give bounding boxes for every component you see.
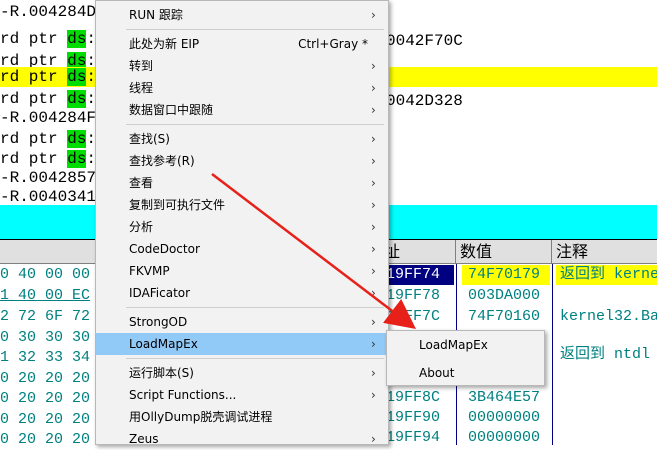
- chevron-right-icon: ›: [371, 432, 376, 446]
- chevron-right-icon: ›: [371, 176, 376, 190]
- stack-comment-header[interactable]: 注释: [552, 240, 657, 264]
- menu-separator: [126, 307, 384, 308]
- hex-line[interactable]: 0 30 30 30: [0, 328, 100, 348]
- stack-row-value[interactable]: 00000000: [462, 408, 550, 428]
- context-menu[interactable]: RUN 跟踪 › 此处为新 EIP Ctrl+Gray * 转到 › 线程 › 数据窗口…: [95, 0, 389, 446]
- menu-item-analysis[interactable]: 分析 ›: [96, 216, 388, 238]
- stack-row-value[interactable]: 74F70160: [462, 307, 550, 327]
- hex-line[interactable]: 0 20 20 20: [0, 389, 100, 409]
- stack-row-value[interactable]: 3B464E57: [462, 388, 550, 408]
- chevron-right-icon: ›: [371, 81, 376, 95]
- menu-item-ollydump[interactable]: 用OllyDump脱壳调试进程: [96, 406, 388, 428]
- stack-row-comment[interactable]: 返回到 kerne: [556, 265, 657, 285]
- menu-item-search[interactable]: 查找(S) ›: [96, 128, 388, 150]
- chevron-right-icon: ›: [371, 220, 376, 234]
- hex-line[interactable]: 0 40 00 00: [0, 265, 100, 285]
- submenu-item-about[interactable]: About: [387, 361, 544, 385]
- menu-item-find-references[interactable]: 查找参考(R) ›: [96, 150, 388, 172]
- chevron-right-icon: ›: [371, 264, 376, 278]
- submenu-item-loadmapex[interactable]: LoadMapEx: [387, 333, 544, 357]
- menu-separator: [126, 29, 384, 30]
- menu-item-fkvmp[interactable]: FKVMP ›: [96, 260, 388, 282]
- menu-item-zeus[interactable]: Zeus ›: [96, 428, 388, 450]
- menu-item-follow-in-dump[interactable]: 数据窗口中跟随 ›: [96, 99, 388, 121]
- chevron-right-icon: ›: [371, 242, 376, 256]
- menu-item-script-functions[interactable]: Script Functions... ›: [96, 384, 388, 406]
- chevron-right-icon: ›: [371, 59, 376, 73]
- chevron-right-icon: ›: [371, 388, 376, 402]
- menu-item-threads[interactable]: 线程 ›: [96, 77, 388, 99]
- stack-row-value[interactable]: 003DA000: [462, 286, 550, 306]
- jump-target-address: 0042F70C: [386, 32, 463, 50]
- hex-line[interactable]: 0 20 20 20: [0, 369, 100, 389]
- menu-item-copy-to-executable[interactable]: 复制到可执行文件 ›: [96, 194, 388, 216]
- chevron-right-icon: ›: [371, 8, 376, 22]
- menu-separator: [126, 358, 384, 359]
- chevron-right-icon: ›: [371, 337, 376, 351]
- stack-row-comment[interactable]: kernel32.Ba: [556, 307, 657, 327]
- loadmapex-submenu[interactable]: LoadMapEx About: [386, 330, 545, 386]
- stack-row-comment[interactable]: [556, 286, 657, 306]
- menu-item-goto[interactable]: 转到 ›: [96, 55, 388, 77]
- menu-item-run-script[interactable]: 运行脚本(S) ›: [96, 362, 388, 384]
- menu-item-view[interactable]: 查看 ›: [96, 172, 388, 194]
- chevron-right-icon: ›: [371, 366, 376, 380]
- menu-item-idaficator[interactable]: IDAFicator ›: [96, 282, 388, 304]
- shortcut-text: Ctrl+Gray *: [298, 37, 368, 51]
- menu-item-strongod[interactable]: StrongOD ›: [96, 311, 388, 333]
- dump-header: [0, 240, 100, 264]
- jump-target-address: 0042D328: [386, 92, 463, 110]
- chevron-right-icon: ›: [371, 315, 376, 329]
- menu-item-codedoctor[interactable]: CodeDoctor ›: [96, 238, 388, 260]
- menu-item-new-eip[interactable]: 此处为新 EIP Ctrl+Gray *: [96, 33, 388, 55]
- hex-line[interactable]: 1 32 33 34: [0, 348, 100, 368]
- stack-row-address[interactable]: 19FF78: [386, 286, 454, 306]
- chevron-right-icon: ›: [371, 198, 376, 212]
- stack-row-value[interactable]: 00000000: [462, 428, 550, 445]
- stack-row-address[interactable]: 19FF74: [386, 265, 454, 285]
- stack-row-address[interactable]: 19FF7C: [386, 307, 454, 327]
- hex-line[interactable]: 2 72 6F 72: [0, 307, 100, 327]
- stack-row-comment[interactable]: 返回到 ntdl: [556, 345, 657, 365]
- stack-value-header[interactable]: 数值: [456, 240, 552, 264]
- menu-separator: [126, 124, 384, 125]
- chevron-right-icon: ›: [371, 132, 376, 146]
- chevron-right-icon: ›: [371, 286, 376, 300]
- column-divider: [552, 264, 553, 445]
- stack-row-address[interactable]: 19FF90: [386, 408, 454, 428]
- stack-row-value[interactable]: 74F70179: [462, 265, 550, 285]
- stack-row-address[interactable]: 19FF8C: [386, 388, 454, 408]
- hex-line[interactable]: 0 20 20 20: [0, 410, 100, 430]
- hex-line[interactable]: 1 40 00 EC: [0, 286, 100, 306]
- menu-item-loadmapex[interactable]: LoadMapEx ›: [96, 333, 388, 355]
- stack-row-address[interactable]: 19FF94: [386, 428, 454, 445]
- stack-address-header[interactable]: 址: [380, 240, 456, 264]
- menu-item-run-trace[interactable]: RUN 跟踪 ›: [96, 4, 388, 26]
- chevron-right-icon: ›: [371, 154, 376, 168]
- chevron-right-icon: ›: [371, 103, 376, 117]
- hex-line[interactable]: 0 20 20 20: [0, 430, 100, 445]
